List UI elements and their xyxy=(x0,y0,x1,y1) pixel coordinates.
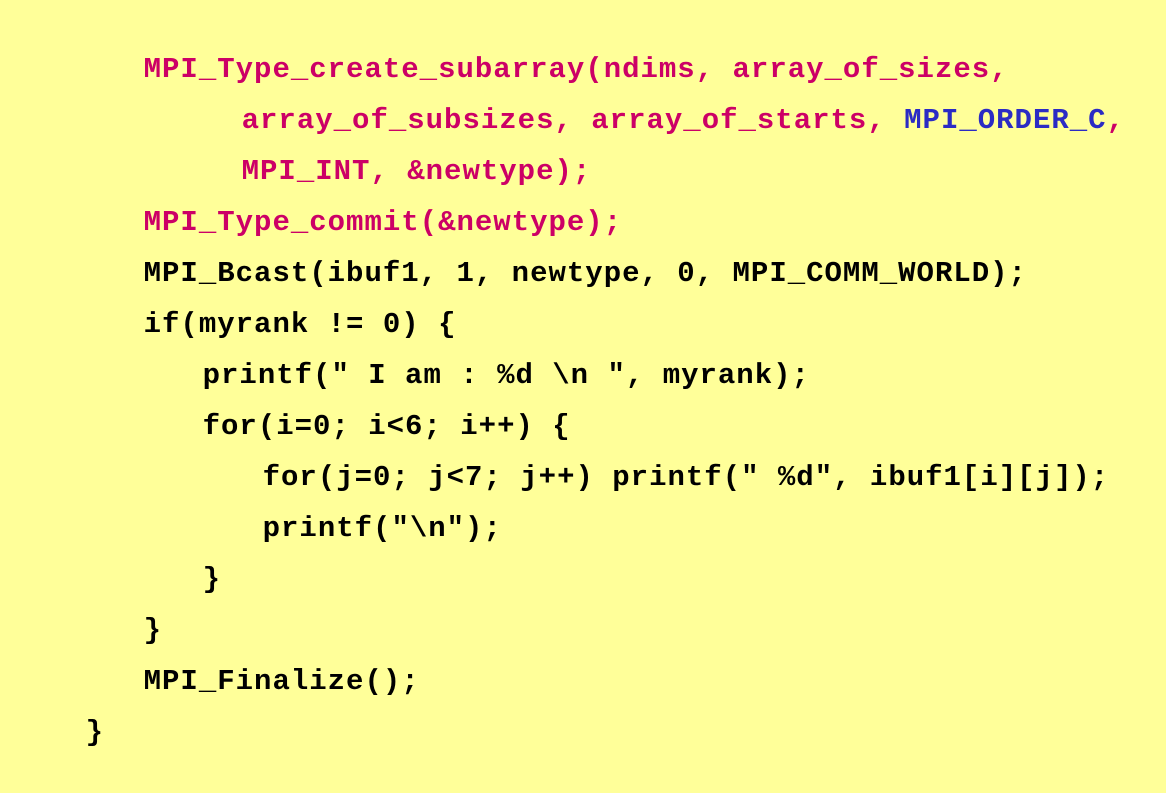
code-line: } xyxy=(12,673,104,749)
code-token-constant: MPI_ORDER_C xyxy=(904,104,1107,137)
code-line: printf("\n"); xyxy=(189,469,502,545)
code-token: } xyxy=(85,716,105,749)
code-token: printf("\n"); xyxy=(262,512,502,545)
code-line: array_of_subsizes, array_of_starts, MPI_… xyxy=(168,61,1125,137)
code-line: MPI_INT, &newtype); xyxy=(168,112,591,188)
code-token: MPI_Finalize(); xyxy=(143,665,420,698)
code-line: } xyxy=(129,520,221,596)
code-line: MPI_Bcast(ibuf1, 1, newtype, 0, MPI_COMM… xyxy=(70,214,1027,290)
code-line: for(j=0; j<7; j++) printf(" %d", ibuf1[i… xyxy=(189,418,1109,494)
code-line: if(myrank != 0) { xyxy=(70,265,456,341)
code-token: , xyxy=(1106,104,1125,137)
code-token: } xyxy=(202,563,222,596)
code-line: for(i=0; i<6; i++) { xyxy=(129,367,571,443)
code-listing: MPI_Type_create_subarray(ndims, array_of… xyxy=(0,0,1166,749)
code-line: } xyxy=(70,571,162,647)
code-line: MPI_Type_create_subarray(ndims, array_of… xyxy=(70,10,1009,86)
code-line: MPI_Type_commit(&newtype); xyxy=(70,163,622,239)
code-line: MPI_Finalize(); xyxy=(70,622,420,698)
code-line: printf(" I am : %d \n ", myrank); xyxy=(129,316,810,392)
